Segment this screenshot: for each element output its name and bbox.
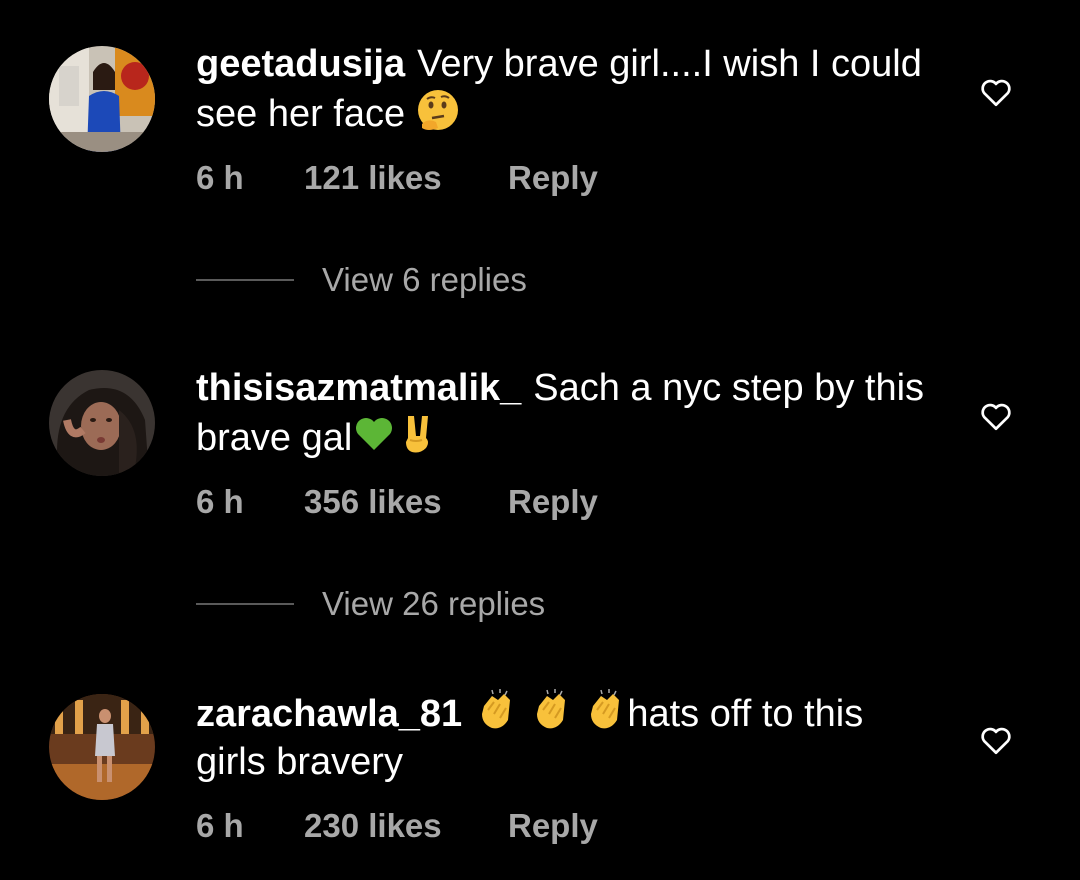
- divider-line: [196, 279, 294, 281]
- comment-body: thisisazmatmalik_ Sach a nyc step by this…: [196, 364, 936, 462]
- comment-likes[interactable]: 121 likes: [304, 158, 508, 198]
- avatar[interactable]: [49, 370, 155, 476]
- comment-body: geetadusija Very brave girl....I wish I c…: [196, 40, 936, 138]
- comment-username[interactable]: zarachawla_81: [196, 693, 462, 735]
- avatar[interactable]: [49, 46, 155, 152]
- heart-outline-icon[interactable]: [978, 722, 1014, 758]
- comment-likes[interactable]: 356 likes: [304, 482, 508, 522]
- divider-line: [196, 603, 294, 605]
- reply-button[interactable]: Reply: [508, 806, 598, 846]
- comment-time: 6 h: [196, 483, 244, 520]
- reply-button[interactable]: Reply: [508, 158, 598, 198]
- comment-meta: 6 h 356 likes Reply: [196, 482, 598, 522]
- comment-meta: 6 h 121 likes Reply: [196, 158, 598, 198]
- comment-likes[interactable]: 230 likes: [304, 806, 508, 846]
- thinking-face-emoji-icon: [416, 88, 460, 132]
- comment-body: zarachawla_81 hats off to this girls bra…: [196, 688, 936, 786]
- green-heart-emoji-icon: [352, 412, 396, 456]
- comment-time: 6 h: [196, 159, 244, 196]
- clapping-hands-emoji-icon: [474, 688, 518, 732]
- heart-outline-icon[interactable]: [978, 74, 1014, 110]
- comment-username[interactable]: thisisazmatmalik_: [196, 367, 521, 409]
- clapping-hands-emoji-icon: [583, 688, 627, 732]
- view-replies-label[interactable]: View 26 replies: [322, 585, 545, 623]
- comment-username[interactable]: geetadusija: [196, 43, 405, 85]
- clapping-hands-emoji-icon: [529, 688, 573, 732]
- comment-time: 6 h: [196, 807, 244, 844]
- heart-outline-icon[interactable]: [978, 398, 1014, 434]
- victory-hand-emoji-icon: [396, 412, 440, 456]
- view-replies-label[interactable]: View 6 replies: [322, 261, 527, 299]
- view-replies-button[interactable]: View 26 replies: [196, 584, 545, 624]
- comment-meta: 6 h 230 likes Reply: [196, 806, 598, 846]
- view-replies-button[interactable]: View 6 replies: [196, 260, 527, 300]
- avatar[interactable]: [49, 694, 155, 800]
- reply-button[interactable]: Reply: [508, 482, 598, 522]
